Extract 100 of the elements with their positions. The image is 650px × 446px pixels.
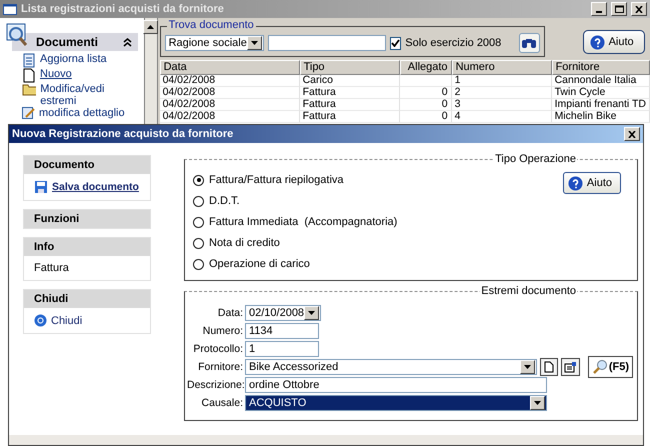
group-title: Tipo Operazione	[494, 153, 577, 165]
field-label: Fornitore:	[197, 361, 243, 373]
magnifier-icon	[6, 23, 28, 47]
table-cell: 04/02/2008	[160, 75, 300, 87]
close-icon	[635, 6, 643, 12]
table-cell: 2	[452, 87, 552, 99]
column-header[interactable]: Numero	[452, 60, 552, 75]
card-icon	[564, 361, 578, 373]
table-cell	[400, 75, 452, 87]
card-button[interactable]	[561, 358, 580, 376]
radio-button[interactable]	[193, 216, 204, 228]
dropdown-arrow-button[interactable]	[142, 20, 158, 34]
column-header[interactable]: Fornitore	[552, 60, 650, 75]
table-cell: Fattura	[300, 111, 400, 123]
search-button[interactable]: (F5)	[588, 356, 633, 378]
field-label: Numero:	[202, 325, 243, 337]
field-label: Causale:	[200, 397, 243, 409]
table-cell: Twin Cycle	[552, 87, 650, 99]
minimize-button[interactable]	[591, 2, 607, 16]
double-chevron-up-icon[interactable]	[122, 38, 132, 46]
section-title: Funzioni	[24, 210, 150, 228]
table-cell: Carico	[300, 75, 400, 87]
input-field[interactable]: 1134	[245, 323, 319, 339]
binoculars-icon	[521, 37, 538, 49]
window-title: Lista registrazioni acquisti da fornitore	[21, 3, 225, 15]
help-icon	[590, 34, 605, 50]
radio-option[interactable]: D.D.T.	[193, 195, 240, 207]
table-cell: 04/02/2008	[160, 111, 300, 123]
radio-button[interactable]	[193, 174, 204, 186]
dropdown-field[interactable]: ACQUISTO	[245, 395, 547, 411]
section-title: Chiudi	[24, 290, 150, 308]
close-button[interactable]	[631, 2, 647, 16]
table-cell: 04/02/2008	[160, 87, 300, 99]
check-icon	[391, 39, 400, 47]
dropdown-arrow-button[interactable]	[246, 36, 262, 50]
dialog-title: Nuova Registrazione acquisto da fornitore	[12, 128, 234, 140]
date-field[interactable]: 02/10/2008	[245, 305, 321, 321]
close-link[interactable]: Chiudi	[34, 314, 82, 327]
caret-down-icon	[308, 311, 316, 315]
save-link[interactable]: Salva documento	[34, 180, 139, 194]
table-cell: Impianti frenanti TD	[552, 99, 650, 111]
maximize-button[interactable]	[611, 2, 627, 16]
table-cell: Cannondale Italia	[552, 75, 650, 87]
dropdown-field[interactable]: Bike Accessorized	[245, 359, 537, 375]
field-dropdown[interactable]: Ragione sociale	[164, 35, 264, 51]
dropdown-arrow-button[interactable]	[520, 360, 535, 374]
sidebar-link[interactable]: modifica dettaglio	[22, 107, 132, 119]
folder-icon	[22, 83, 36, 96]
dropdown-arrow-button[interactable]	[530, 396, 545, 410]
radio-option[interactable]: Fattura/Fattura riepilogativa	[193, 174, 344, 186]
checkbox-label: Solo esercizio 2008	[405, 37, 502, 49]
field-label: Descrizione:	[187, 379, 243, 391]
column-header[interactable]: Data	[160, 60, 300, 75]
field-label: Data:	[216, 307, 243, 319]
radio-option[interactable]: Fattura Immediata (Accompagnatoria)	[193, 216, 398, 228]
section-title: Documento	[24, 156, 150, 174]
info-text: Fattura	[34, 262, 69, 274]
table-cell: Fattura	[300, 99, 400, 111]
dropdown-arrow-button[interactable]	[304, 306, 320, 320]
maximize-icon	[614, 5, 624, 13]
column-header[interactable]: Tipo	[300, 60, 400, 75]
help-icon	[568, 176, 583, 190]
sidebar-link[interactable]: Aggiorna lista	[22, 53, 132, 68]
group-title: Estremi documento	[480, 285, 577, 297]
column-header[interactable]: Allegato	[400, 60, 452, 75]
sidebar-link[interactable]: Nuovo	[22, 68, 132, 83]
search-field[interactable]	[268, 35, 386, 51]
page-icon	[544, 361, 554, 373]
search-icon	[592, 359, 608, 375]
table-cell: 4	[452, 111, 552, 123]
pencil-page-icon	[22, 107, 35, 119]
table-cell: 04/02/2008	[160, 99, 300, 111]
group-title: Trova documento	[166, 19, 256, 31]
new-button[interactable]	[540, 358, 558, 376]
field-label: Protocollo:	[192, 343, 243, 355]
input-field[interactable]: ordine Ottobre	[245, 377, 547, 393]
caret-down-icon	[250, 41, 258, 45]
table-cell: 1	[452, 75, 552, 87]
help-button[interactable]: Aiuto	[582, 30, 645, 54]
close-button[interactable]	[624, 127, 640, 141]
binoculars-button[interactable]	[519, 33, 540, 53]
table-cell: 0	[400, 111, 452, 123]
close-icon	[628, 130, 636, 138]
radio-button[interactable]	[193, 196, 204, 206]
table-cell: 0	[400, 87, 452, 99]
table-cell: Michelin Bike	[552, 111, 650, 123]
radio-option[interactable]: Operazione di carico	[193, 258, 310, 270]
input-field[interactable]: 1	[245, 341, 319, 357]
caret-up-icon	[146, 25, 154, 29]
window-icon	[3, 4, 17, 14]
caret-down-icon	[534, 401, 541, 405]
help-button[interactable]: Aiuto	[562, 172, 621, 194]
radio-option[interactable]: Nota di credito	[193, 237, 280, 249]
checkbox[interactable]	[390, 36, 402, 50]
table-cell: 0	[400, 99, 452, 111]
sidebar-title: Documenti	[35, 35, 98, 49]
radio-button[interactable]	[193, 238, 204, 248]
table-cell: Fattura	[300, 87, 400, 99]
radio-button[interactable]	[193, 258, 204, 270]
document-icon	[22, 53, 36, 68]
